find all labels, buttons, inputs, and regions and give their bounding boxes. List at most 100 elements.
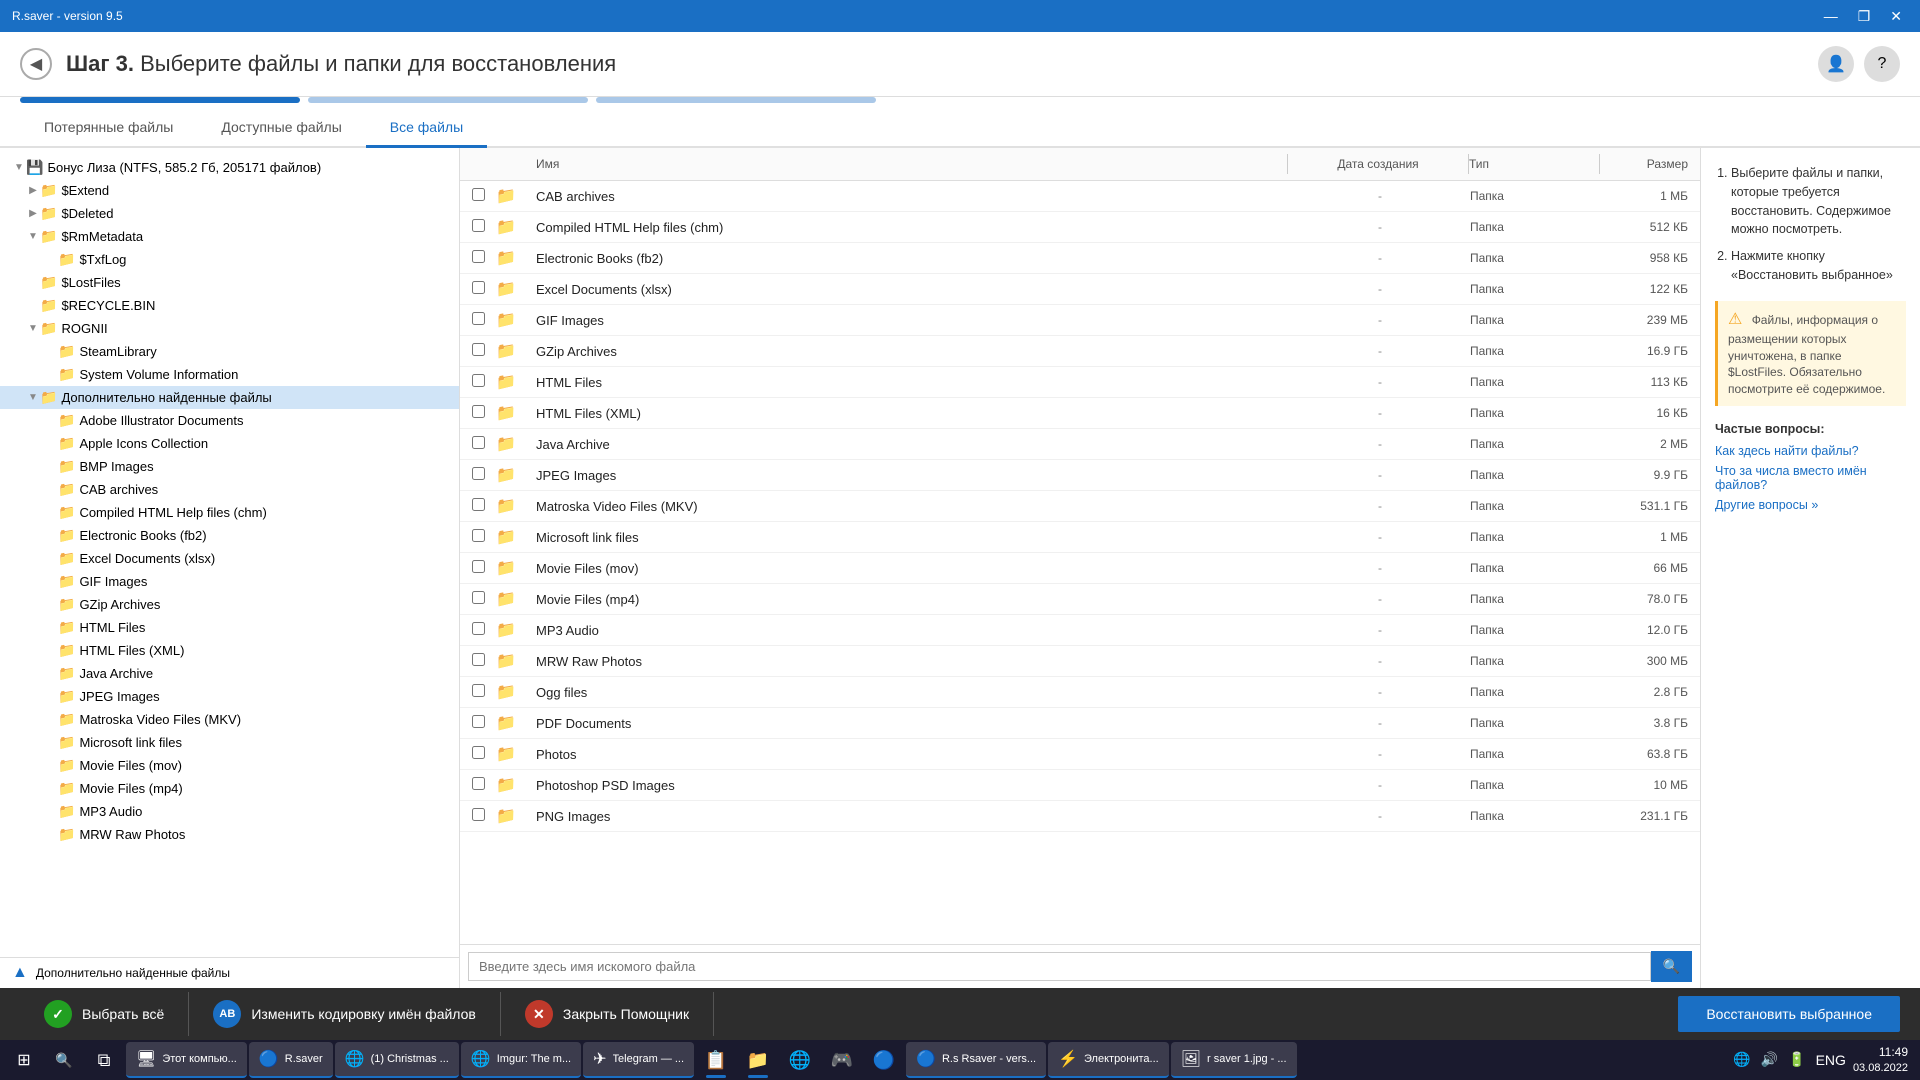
row-check-7[interactable] bbox=[460, 405, 496, 421]
help-icon-button[interactable]: ? bbox=[1864, 46, 1900, 82]
tree-item-recycle[interactable]: 📁 $RECYCLE.BIN bbox=[0, 294, 459, 317]
tree-item-mp4[interactable]: 📁 Movie Files (mp4) bbox=[0, 777, 459, 800]
tree-item-xlsx[interactable]: 📁 Excel Documents (xlsx) bbox=[0, 547, 459, 570]
tree-item-mov[interactable]: 📁 Movie Files (mov) bbox=[0, 754, 459, 777]
restore-button[interactable]: ❐ bbox=[1852, 6, 1877, 27]
tree-item-chm[interactable]: 📁 Compiled HTML Help files (chm) bbox=[0, 501, 459, 524]
taskbar-taskview[interactable]: ⧉ bbox=[84, 1040, 124, 1080]
taskbar-app-christmas[interactable]: 🌐 (1) Christmas ... bbox=[335, 1042, 459, 1078]
tree-item-deleted[interactable]: ▶ 📁 $Deleted bbox=[0, 202, 459, 225]
left-panel-scroll-up[interactable]: ▲ bbox=[12, 964, 28, 982]
tree-item-mp3[interactable]: 📁 MP3 Audio bbox=[0, 800, 459, 823]
faq-link-2[interactable]: Что за числа вместо имён файлов? bbox=[1715, 464, 1906, 492]
tree-item-rognii[interactable]: ▼ 📁 ROGNII bbox=[0, 317, 459, 340]
header-size-col[interactable]: Размер bbox=[1600, 157, 1700, 171]
row-check-15[interactable] bbox=[460, 653, 496, 669]
faq-link-1[interactable]: Как здесь найти файлы? bbox=[1715, 444, 1906, 458]
tree-item-cab[interactable]: 📁 CAB archives bbox=[0, 478, 459, 501]
minimize-button[interactable]: — bbox=[1818, 6, 1844, 27]
taskbar-app-telegram[interactable]: ✈ Telegram — ... bbox=[583, 1042, 694, 1078]
start-button[interactable]: ⊞ bbox=[4, 1040, 44, 1080]
tree-item-links[interactable]: 📁 Microsoft link files bbox=[0, 731, 459, 754]
row-check-2[interactable] bbox=[460, 250, 496, 266]
row-check-4[interactable] bbox=[460, 312, 496, 328]
row-checkbox-12[interactable] bbox=[472, 560, 485, 573]
restore-button[interactable]: Восстановить выбранное bbox=[1678, 996, 1900, 1032]
row-checkbox-13[interactable] bbox=[472, 591, 485, 604]
tree-item-gif[interactable]: 📁 GIF Images bbox=[0, 570, 459, 593]
row-check-16[interactable] bbox=[460, 684, 496, 700]
row-checkbox-1[interactable] bbox=[472, 219, 485, 232]
taskbar-app-rsaver2[interactable]: 🔵 R.s Rsaver - vers... bbox=[906, 1042, 1046, 1078]
tab-lost-files[interactable]: Потерянные файлы bbox=[20, 109, 197, 148]
tree-expand-extend[interactable]: ▶ bbox=[26, 185, 40, 196]
row-check-19[interactable] bbox=[460, 777, 496, 793]
select-all-button[interactable]: ✓ Выбрать всё bbox=[20, 992, 189, 1036]
user-icon-button[interactable]: 👤 bbox=[1818, 46, 1854, 82]
tree-item-extend[interactable]: ▶ 📁 $Extend bbox=[0, 179, 459, 202]
row-check-9[interactable] bbox=[460, 467, 496, 483]
tree-item-txflog[interactable]: 📁 $TxfLog bbox=[0, 248, 459, 271]
row-check-3[interactable] bbox=[460, 281, 496, 297]
header-name-col[interactable]: Имя bbox=[528, 157, 1287, 171]
close-button[interactable]: ✕ bbox=[1884, 6, 1908, 27]
tree-expand-rmmetadata[interactable]: ▼ bbox=[26, 231, 40, 242]
tree-item-steam[interactable]: 📁 SteamLibrary bbox=[0, 340, 459, 363]
taskbar-app-electro[interactable]: ⚡ Электронита... bbox=[1048, 1042, 1169, 1078]
taskbar-app-explorer[interactable]: 🖥 Этот компью... bbox=[126, 1042, 247, 1078]
tree-root[interactable]: ▼ 💾 Бонус Лиза (NTFS, 585.2 Гб, 205171 ф… bbox=[0, 156, 459, 179]
row-checkbox-9[interactable] bbox=[472, 467, 485, 480]
row-checkbox-4[interactable] bbox=[472, 312, 485, 325]
row-checkbox-6[interactable] bbox=[472, 374, 485, 387]
tree-expand-additional[interactable]: ▼ bbox=[26, 392, 40, 403]
tray-sound-icon[interactable]: 🔊 bbox=[1758, 1051, 1781, 1068]
row-checkbox-15[interactable] bbox=[472, 653, 485, 666]
row-checkbox-3[interactable] bbox=[472, 281, 485, 294]
row-checkbox-0[interactable] bbox=[472, 188, 485, 201]
row-check-6[interactable] bbox=[460, 374, 496, 390]
taskbar-app-9[interactable]: 🔵 bbox=[864, 1040, 904, 1080]
row-check-1[interactable] bbox=[460, 219, 496, 235]
taskbar-app-5[interactable]: 📋 bbox=[696, 1040, 736, 1080]
tree-item-jpeg[interactable]: 📁 JPEG Images bbox=[0, 685, 459, 708]
tree-item-mrw[interactable]: 📁 MRW Raw Photos bbox=[0, 823, 459, 846]
tray-lang-label[interactable]: ENG bbox=[1813, 1052, 1849, 1068]
tray-battery-icon[interactable]: 🔋 bbox=[1785, 1051, 1808, 1068]
tree-item-gzip[interactable]: 📁 GZip Archives bbox=[0, 593, 459, 616]
header-type-col[interactable]: Тип bbox=[1469, 157, 1599, 171]
row-check-5[interactable] bbox=[460, 343, 496, 359]
row-check-17[interactable] bbox=[460, 715, 496, 731]
row-checkbox-7[interactable] bbox=[472, 405, 485, 418]
close-assistant-button[interactable]: ✕ Закрыть Помощник bbox=[501, 992, 714, 1036]
search-button[interactable]: 🔍 bbox=[1651, 951, 1692, 982]
tree-item-adobe[interactable]: 📁 Adobe Illustrator Documents bbox=[0, 409, 459, 432]
tab-all-files[interactable]: Все файлы bbox=[366, 109, 487, 148]
row-checkbox-16[interactable] bbox=[472, 684, 485, 697]
row-checkbox-5[interactable] bbox=[472, 343, 485, 356]
taskbar-app-8[interactable]: 🎮 bbox=[822, 1040, 862, 1080]
faq-link-3[interactable]: Другие вопросы » bbox=[1715, 498, 1906, 512]
row-checkbox-8[interactable] bbox=[472, 436, 485, 449]
taskbar-app-rsaver[interactable]: 🔵 R.saver bbox=[249, 1042, 333, 1078]
row-checkbox-2[interactable] bbox=[472, 250, 485, 263]
header-date-col[interactable]: Дата создания bbox=[1288, 157, 1468, 171]
tree-item-lostfiles[interactable]: 📁 $LostFiles bbox=[0, 271, 459, 294]
row-checkbox-20[interactable] bbox=[472, 808, 485, 821]
tree-expand-root[interactable]: ▼ bbox=[12, 162, 26, 173]
row-checkbox-17[interactable] bbox=[472, 715, 485, 728]
tree-item-fb2[interactable]: 📁 Electronic Books (fb2) bbox=[0, 524, 459, 547]
row-check-10[interactable] bbox=[460, 498, 496, 514]
tree-item-apple[interactable]: 📁 Apple Icons Collection bbox=[0, 432, 459, 455]
tree-item-additional[interactable]: ▼ 📁 Дополнительно найденные файлы bbox=[0, 386, 459, 409]
tree-item-html-xml[interactable]: 📁 HTML Files (XML) bbox=[0, 639, 459, 662]
taskbar-app-7[interactable]: 🌐 bbox=[780, 1040, 820, 1080]
tray-time[interactable]: 11:49 03.08.2022 bbox=[1853, 1045, 1908, 1075]
tree-item-html[interactable]: 📁 HTML Files bbox=[0, 616, 459, 639]
row-checkbox-10[interactable] bbox=[472, 498, 485, 511]
change-encoding-button[interactable]: AB Изменить кодировку имён файлов bbox=[189, 992, 501, 1036]
row-check-12[interactable] bbox=[460, 560, 496, 576]
search-input[interactable] bbox=[468, 952, 1651, 981]
row-check-18[interactable] bbox=[460, 746, 496, 762]
tree-item-java[interactable]: 📁 Java Archive bbox=[0, 662, 459, 685]
back-button[interactable]: ◀ bbox=[20, 48, 52, 80]
